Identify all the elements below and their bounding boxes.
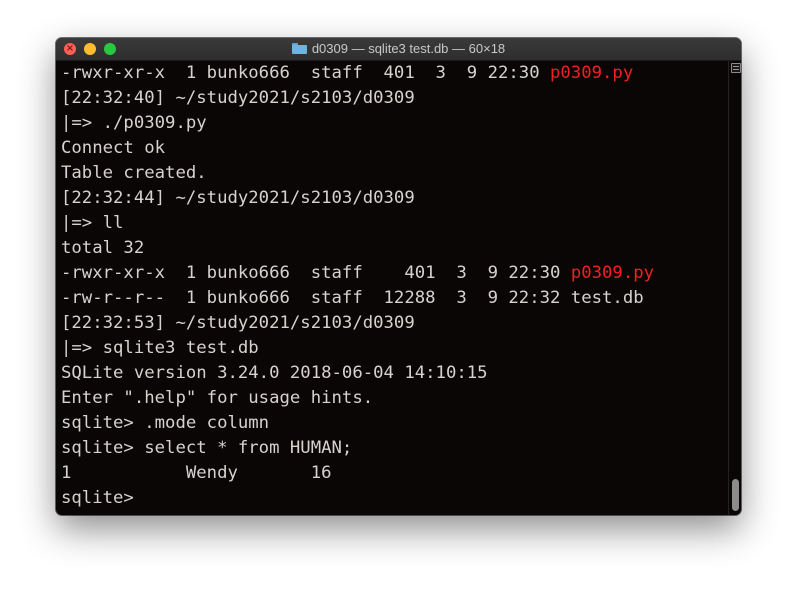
close-button[interactable]: × xyxy=(64,43,76,55)
terminal-text: sqlite> select * from HUMAN; xyxy=(61,438,353,458)
window-title-area: d0309 — sqlite3 test.db — 60×18 xyxy=(56,38,741,60)
terminal-line: Connect ok xyxy=(61,136,165,161)
window-title: d0309 — sqlite3 test.db — 60×18 xyxy=(311,41,506,56)
terminal-line: SQLite version 3.24.0 2018-06-04 14:10:1… xyxy=(61,361,488,386)
terminal-line: sqlite> select * from HUMAN; xyxy=(61,436,352,461)
terminal-line: total 32 xyxy=(61,236,144,261)
close-icon: × xyxy=(65,43,75,54)
terminal-text: total 32 xyxy=(61,238,145,258)
terminal-text: [22:32:44] ~/study2021/s2103/d0309 xyxy=(61,188,415,208)
terminal-line: |=> ./p0309.py xyxy=(61,111,207,136)
highlighted-filename: p0309.py xyxy=(550,63,634,83)
terminal-text: sqlite> .mode column xyxy=(61,413,270,433)
scrollbar[interactable] xyxy=(728,61,741,515)
terminal-window: d0309 — sqlite3 test.db — 60×18 × -rwxr-… xyxy=(56,38,741,515)
terminal-line: -rw-r--r-- 1 bunko666 staff 12288 3 9 22… xyxy=(61,286,644,311)
terminal-text: 1 Wendy 16 xyxy=(61,463,332,483)
scroll-toggle-icon[interactable] xyxy=(731,63,741,73)
terminal-line: |=> ll xyxy=(61,211,123,236)
terminal-text: |=> ./p0309.py xyxy=(61,113,207,133)
terminal-text: |=> ll xyxy=(61,213,124,233)
terminal-text: -rwxr-xr-x 1 bunko666 staff 401 3 9 22:3… xyxy=(61,263,571,283)
terminal-text: -rwxr-xr-x 1 bunko666 staff 401 3 9 22:3… xyxy=(61,63,550,83)
terminal-output[interactable]: -rwxr-xr-x 1 bunko666 staff 401 3 9 22:3… xyxy=(56,61,728,515)
terminal-line: sqlite> xyxy=(61,486,144,511)
terminal-line: 1 Wendy 16 xyxy=(61,461,332,486)
terminal-line: -rwxr-xr-x 1 bunko666 staff 401 3 9 22:3… xyxy=(61,261,654,286)
terminal-text: -rw-r--r-- 1 bunko666 staff 12288 3 9 22… xyxy=(61,288,644,308)
terminal-line: [22:32:44] ~/study2021/s2103/d0309 xyxy=(61,186,415,211)
terminal-line: Table created. xyxy=(61,161,207,186)
highlighted-filename: p0309.py xyxy=(570,263,655,283)
terminal-text: [22:32:40] ~/study2021/s2103/d0309 xyxy=(61,88,415,108)
terminal-line: |=> sqlite3 test.db xyxy=(61,336,259,361)
minimize-button[interactable] xyxy=(84,43,96,55)
title-bar[interactable]: d0309 — sqlite3 test.db — 60×18 × xyxy=(56,38,741,61)
terminal-text: Enter ".help" for usage hints. xyxy=(61,388,374,408)
terminal-line: [22:32:40] ~/study2021/s2103/d0309 xyxy=(61,86,415,111)
terminal-line: -rwxr-xr-x 1 bunko666 staff 401 3 9 22:3… xyxy=(61,61,633,86)
folder-icon xyxy=(291,43,307,54)
terminal-text: |=> sqlite3 test.db xyxy=(61,338,259,358)
terminal-text: Connect ok xyxy=(61,138,166,158)
scrollbar-thumb[interactable] xyxy=(732,479,739,511)
terminal-text: SQLite version 3.24.0 2018-06-04 14:10:1… xyxy=(61,363,488,383)
zoom-button[interactable] xyxy=(104,43,116,55)
terminal-line: sqlite> .mode column xyxy=(61,411,269,436)
terminal-line: Enter ".help" for usage hints. xyxy=(61,386,373,411)
terminal-text: Table created. xyxy=(61,163,207,183)
terminal-text: sqlite> xyxy=(61,488,145,508)
terminal-line: [22:32:53] ~/study2021/s2103/d0309 xyxy=(61,311,415,336)
terminal-text: [22:32:53] ~/study2021/s2103/d0309 xyxy=(61,313,415,333)
